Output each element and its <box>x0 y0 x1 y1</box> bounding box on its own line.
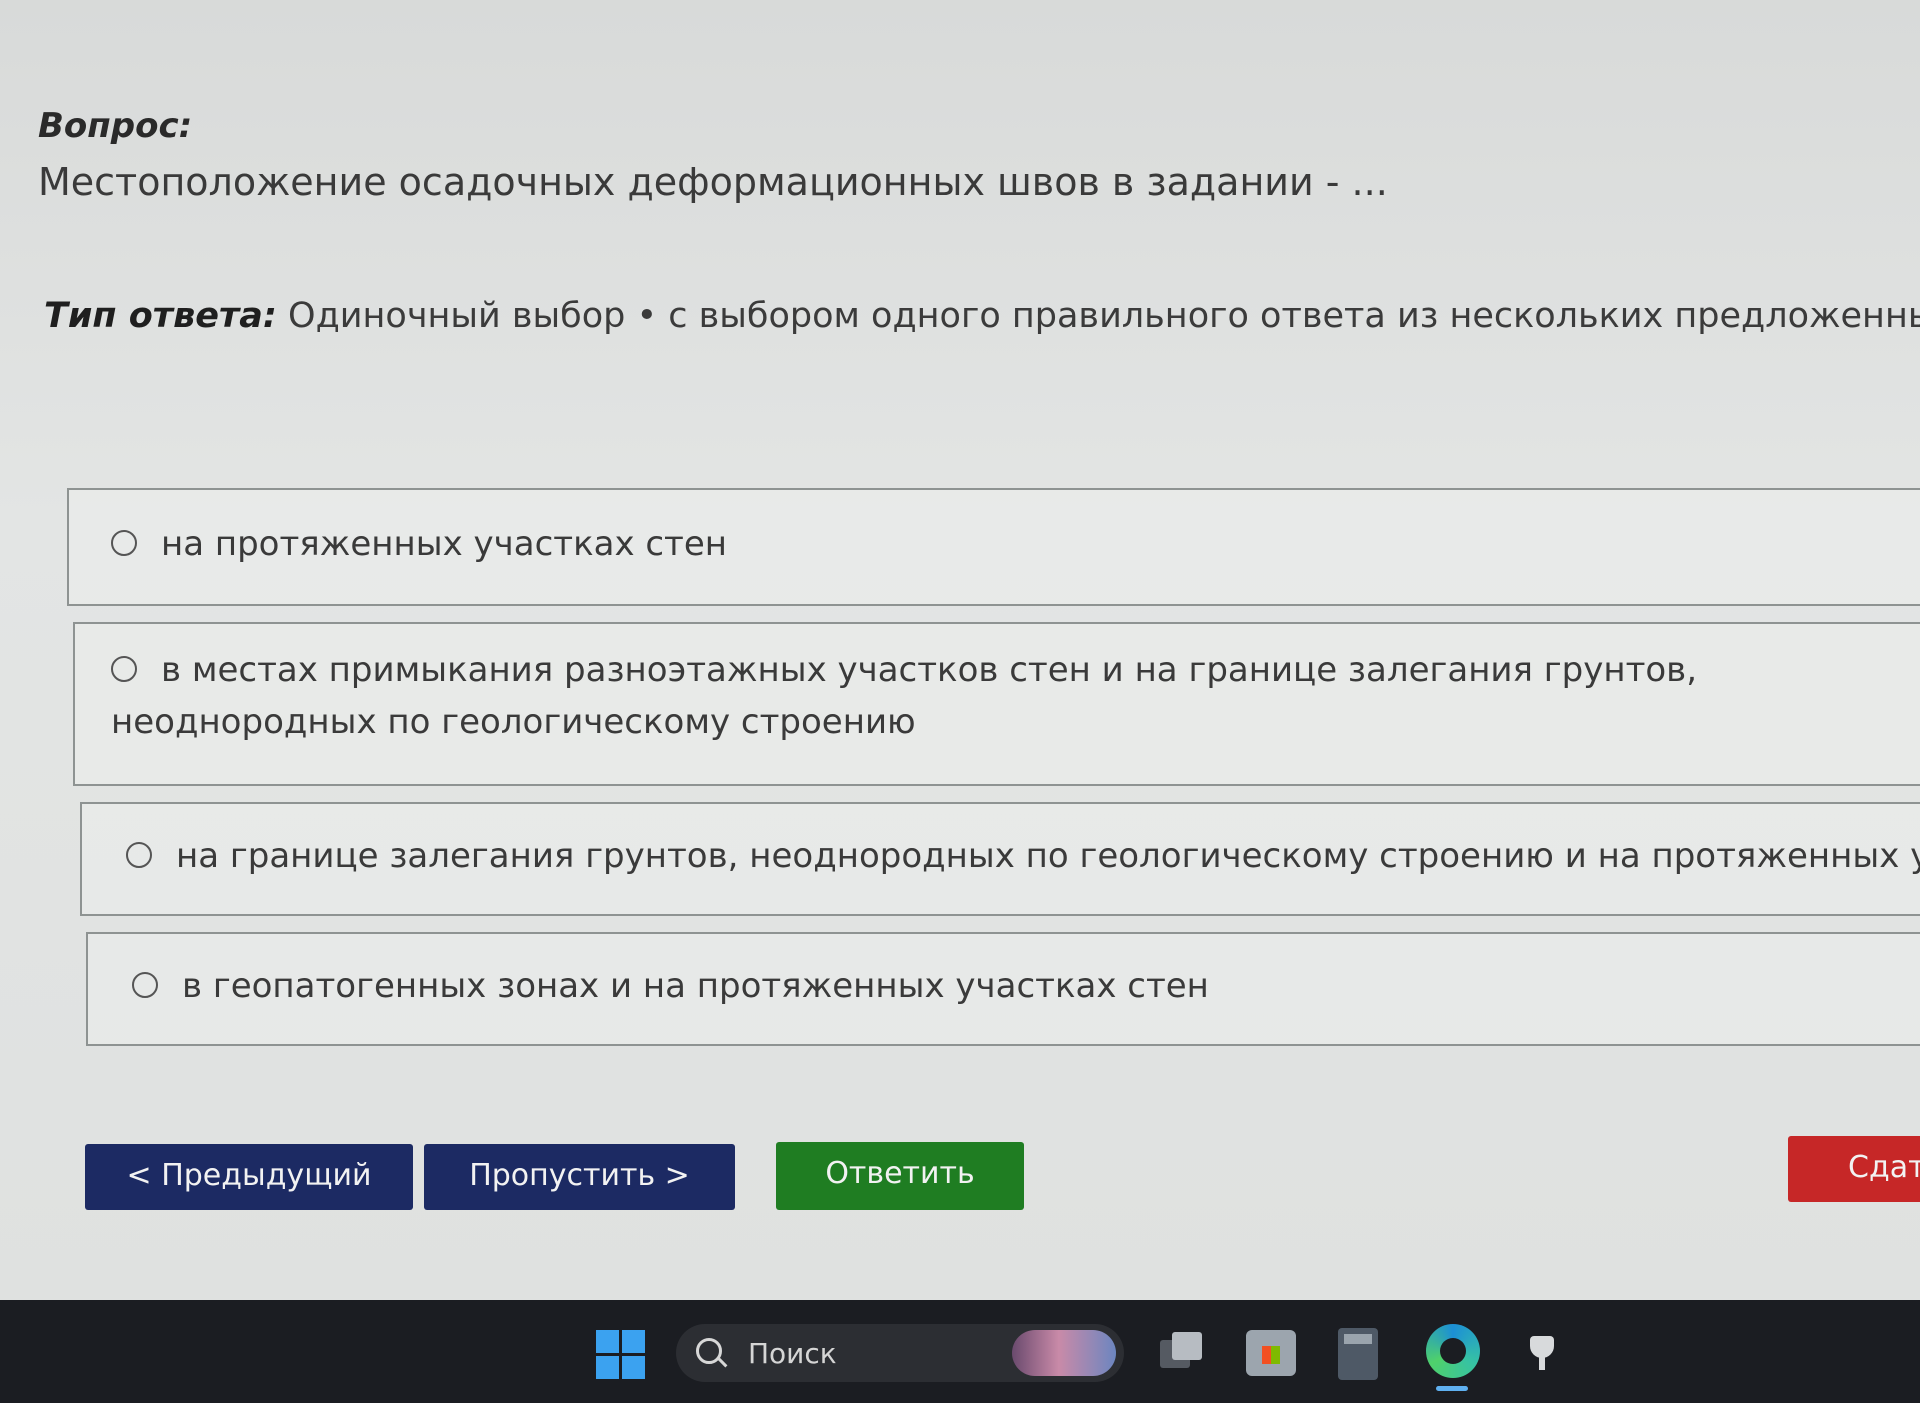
question-text: Местоположение осадочных деформационных … <box>38 160 1388 204</box>
taskbar-search-box[interactable]: Поиск <box>676 1324 1124 1382</box>
answer-option-3[interactable]: на границе залегания грунтов, неоднородн… <box>80 802 1920 916</box>
radio-button-icon[interactable] <box>126 841 152 868</box>
answer-option-label: в геопатогенных зонах и на протяженных у… <box>182 966 1209 1006</box>
search-highlight-image <box>1012 1330 1116 1376</box>
store-icon[interactable] <box>1246 1330 1296 1376</box>
answer-option-2[interactable]: в местах примыкания разноэтажных участко… <box>73 622 1920 786</box>
active-app-indicator <box>1436 1386 1468 1391</box>
taskbar: Поиск <box>0 1300 1920 1403</box>
submit-button[interactable]: Сдать <box>1788 1136 1920 1202</box>
radio-button-icon[interactable] <box>111 529 137 556</box>
answer-button[interactable]: Ответить <box>776 1142 1024 1210</box>
test-page: Вопрос: Местоположение осадочных деформа… <box>0 0 1920 1300</box>
question-label: Вопрос: <box>38 106 193 146</box>
search-icon <box>696 1338 722 1364</box>
radio-button-icon[interactable] <box>111 655 137 682</box>
answer-option-1[interactable]: на протяженных участках стен <box>67 488 1920 606</box>
windows-start-icon[interactable] <box>596 1330 646 1380</box>
answer-option-label: на протяженных участках стен <box>161 524 728 564</box>
radio-button-icon[interactable] <box>132 971 158 998</box>
answer-type: Тип ответа: Одиночный выбор • с выбором … <box>44 296 1920 336</box>
answer-option-label: в местах примыкания разноэтажных участко… <box>111 650 1698 742</box>
answer-option-4[interactable]: в геопатогенных зонах и на протяженных у… <box>86 932 1920 1046</box>
answer-option-label: на границе залегания грунтов, неоднородн… <box>176 836 1920 876</box>
answer-type-label: Тип ответа: <box>44 296 277 336</box>
search-placeholder: Поиск <box>748 1337 837 1370</box>
task-view-icon[interactable] <box>1160 1332 1206 1372</box>
pin-icon[interactable] <box>1522 1332 1562 1372</box>
edge-icon[interactable] <box>1426 1324 1480 1378</box>
calculator-icon[interactable] <box>1338 1328 1378 1380</box>
skip-button[interactable]: Пропустить > <box>424 1144 735 1210</box>
answer-type-value: Одиночный выбор • с выбором одного прави… <box>288 296 1920 336</box>
previous-button[interactable]: < Предыдущий <box>85 1144 413 1210</box>
